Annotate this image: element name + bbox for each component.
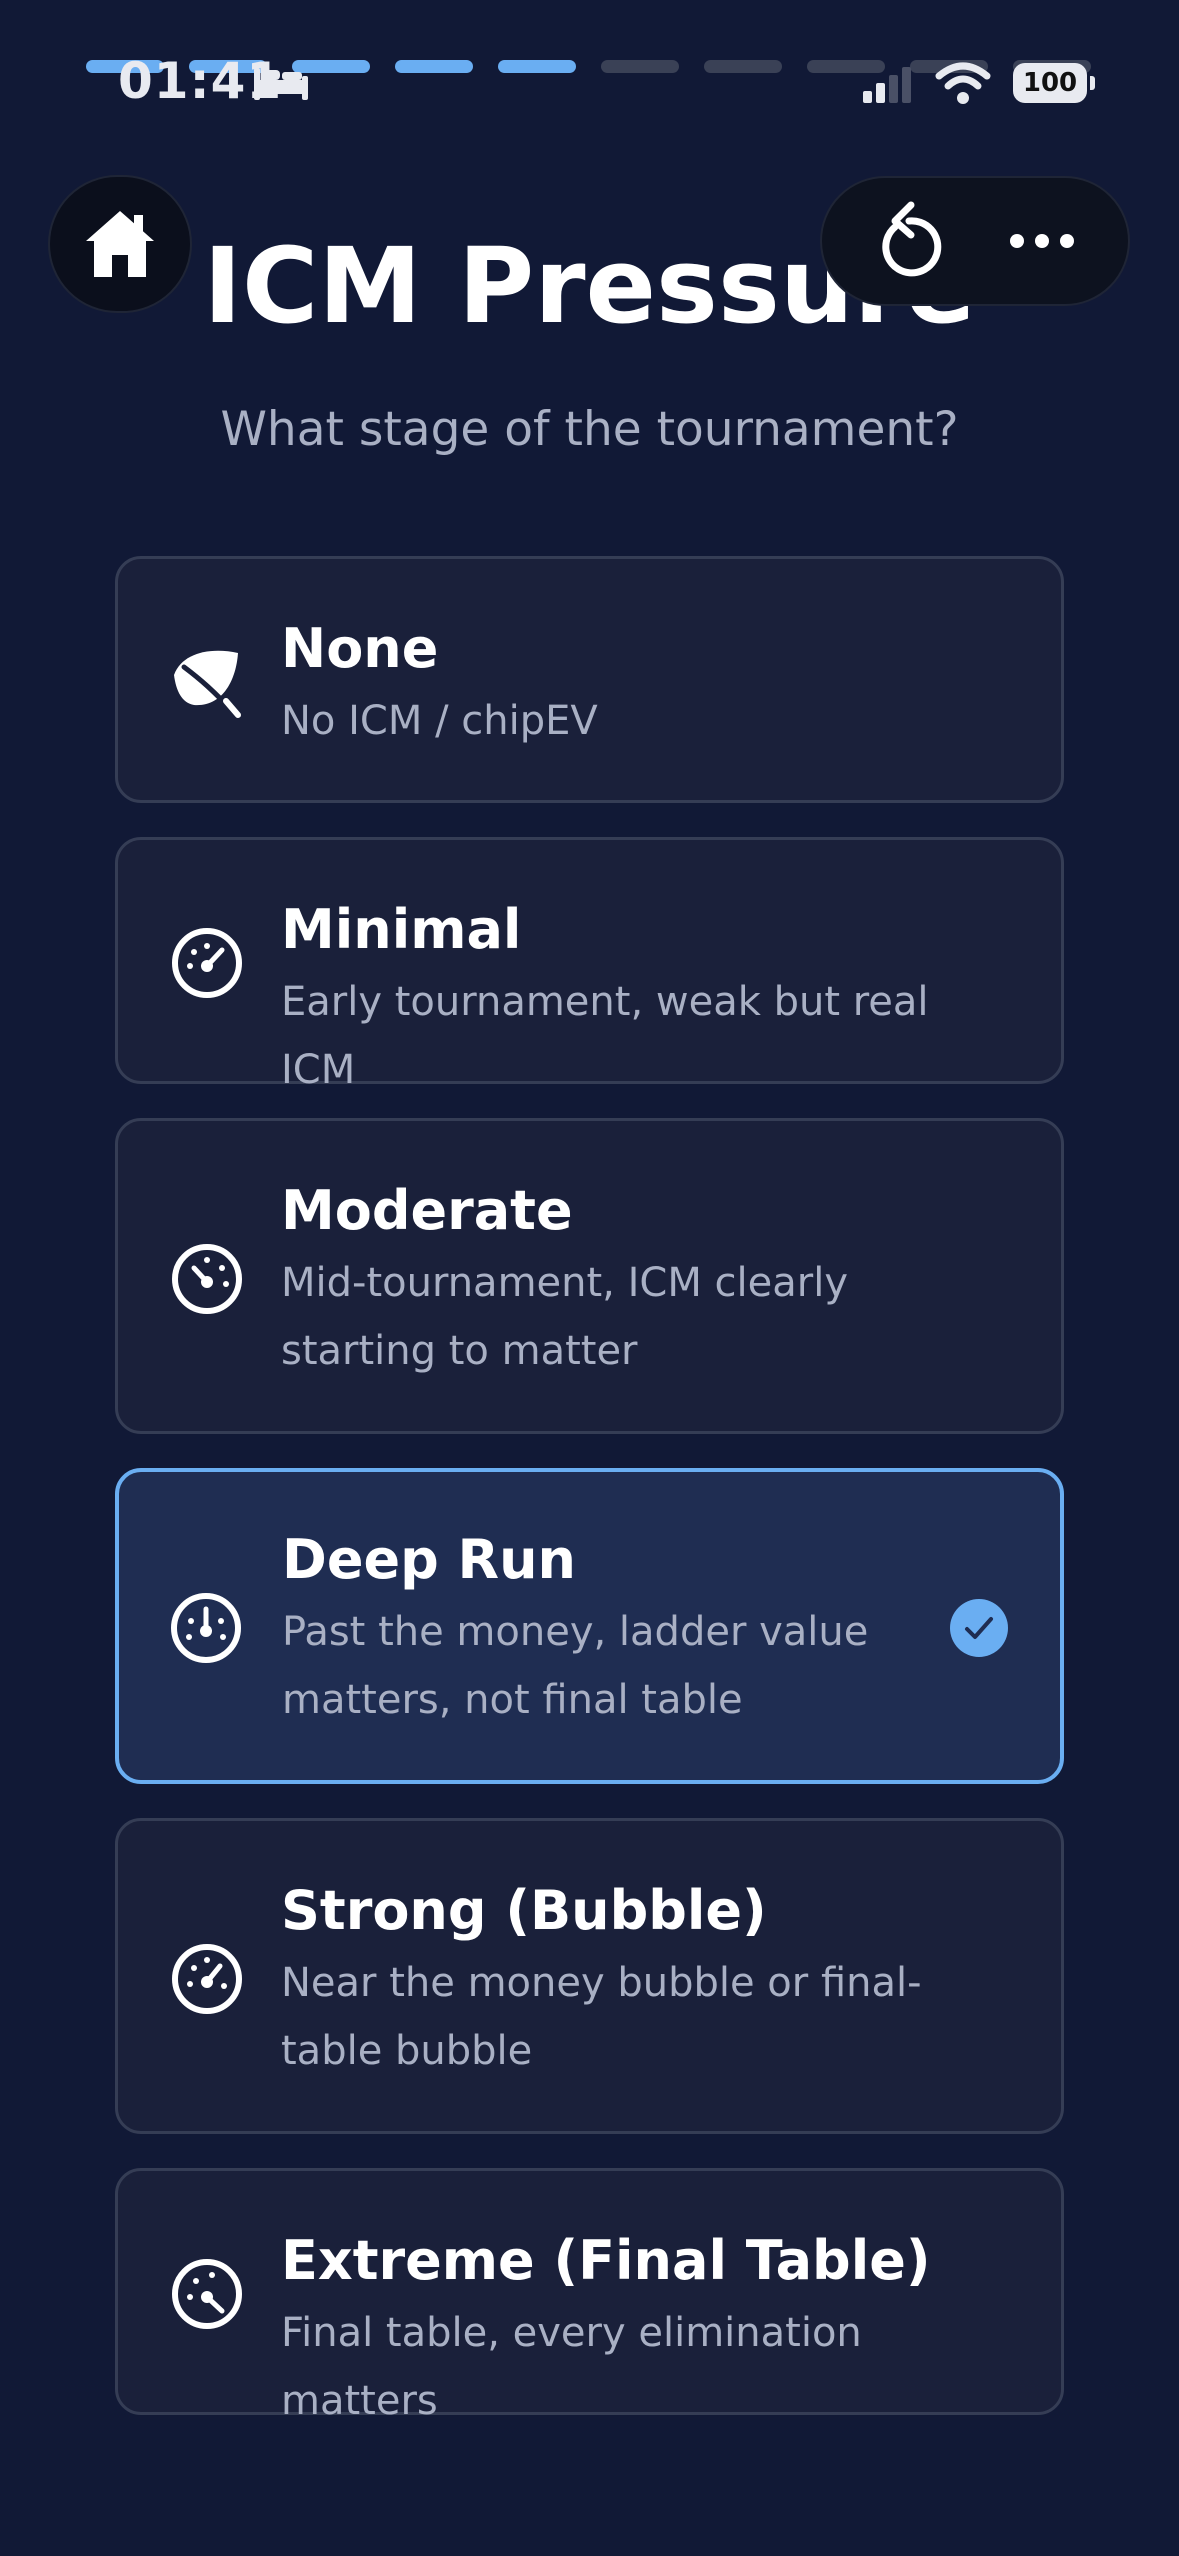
gauge-strong-icon <box>172 1944 242 2014</box>
signal-icon <box>863 67 911 103</box>
gauge-high-icon <box>171 1593 241 1663</box>
status-indicators: 100 <box>863 62 1095 104</box>
option-title: Deep Run <box>282 1528 576 1591</box>
option-deep-run[interactable]: Deep Run Past the money, ladder value ma… <box>115 1468 1064 1784</box>
option-extreme-final-table[interactable]: Extreme (Final Table) Final table, every… <box>115 2168 1064 2424</box>
option-strong-bubble[interactable]: Strong (Bubble) Near the money bubble or… <box>115 1818 1064 2134</box>
progress-segment <box>601 60 679 73</box>
option-title: Moderate <box>281 1179 573 1242</box>
gauge-mid-icon <box>172 1244 242 1314</box>
option-description: Mid-tournament, ICM clearly starting to … <box>281 1260 849 1374</box>
option-description: Final table, every elimination matters <box>281 2310 862 2424</box>
progress-segment <box>498 60 576 73</box>
battery-indicator: 100 <box>1013 63 1095 103</box>
option-description: Near the money bubble or final-table bub… <box>281 1960 922 2074</box>
gauge-max-icon <box>172 2259 242 2329</box>
page-subtitle: What stage of the tournament? <box>220 402 959 457</box>
option-description: Early tournament, weak but real ICM <box>281 979 929 1093</box>
option-none[interactable]: None No ICM / chipEV <box>115 556 1064 803</box>
option-description: No ICM / chipEV <box>281 698 598 744</box>
top-actions <box>820 176 1130 306</box>
option-moderate[interactable]: Moderate Mid-tournament, ICM clearly sta… <box>115 1118 1064 1434</box>
option-title: Minimal <box>281 898 522 961</box>
more-icon[interactable] <box>1007 231 1077 251</box>
option-title: None <box>281 617 439 680</box>
selected-check-icon <box>950 1599 1008 1657</box>
leaf-icon <box>174 650 241 718</box>
option-title: Strong (Bubble) <box>281 1879 767 1942</box>
screen: 01:41 100 ICM Pressure What stage of the… <box>0 0 1179 2556</box>
bed-icon <box>254 68 308 100</box>
restart-icon[interactable] <box>873 201 945 281</box>
option-minimal[interactable]: Minimal Early tournament, weak but real … <box>115 837 1064 1093</box>
option-description: Past the money, ladder value matters, no… <box>282 1609 869 1723</box>
gauge-low-icon <box>172 928 242 998</box>
wifi-icon <box>935 62 991 104</box>
option-title: Extreme (Final Table) <box>281 2229 931 2292</box>
progress-segment <box>395 60 473 73</box>
progress-segment <box>704 60 782 73</box>
